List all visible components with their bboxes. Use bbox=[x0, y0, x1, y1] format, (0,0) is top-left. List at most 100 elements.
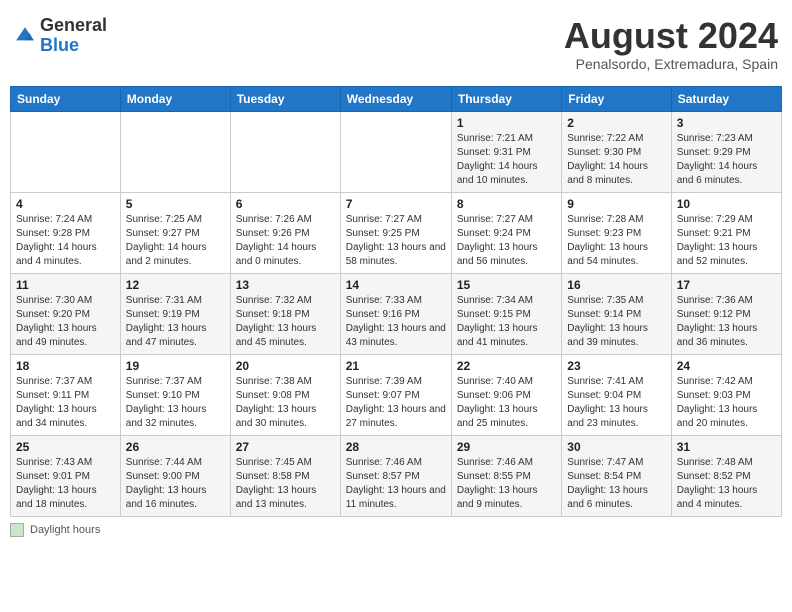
calendar-day bbox=[120, 111, 230, 192]
day-info: Sunrise: 7:35 AM Sunset: 9:14 PM Dayligh… bbox=[567, 294, 665, 350]
calendar-day: 29 Sunrise: 7:46 AM Sunset: 8:55 PM Dayli… bbox=[451, 435, 561, 516]
calendar-day bbox=[230, 111, 340, 192]
day-number: 7 bbox=[346, 197, 446, 211]
day-info: Sunrise: 7:34 AM Sunset: 9:15 PM Dayligh… bbox=[457, 294, 556, 350]
day-number: 12 bbox=[126, 278, 225, 292]
daylight-box bbox=[10, 523, 24, 537]
month-title: August 2024 bbox=[564, 16, 778, 56]
calendar-header-wednesday: Wednesday bbox=[340, 86, 451, 111]
title-block: August 2024 Penalsordo, Extremadura, Spa… bbox=[564, 16, 778, 72]
calendar-day: 28 Sunrise: 7:46 AM Sunset: 8:57 PM Dayli… bbox=[340, 435, 451, 516]
calendar-day: 23 Sunrise: 7:41 AM Sunset: 9:04 PM Dayli… bbox=[562, 354, 671, 435]
logo-blue-text: Blue bbox=[40, 35, 79, 55]
day-number: 30 bbox=[567, 440, 665, 454]
day-info: Sunrise: 7:47 AM Sunset: 8:54 PM Dayligh… bbox=[567, 456, 665, 512]
calendar-day: 27Sunrise: 7:45 AM Sunset: 8:58 PM Dayli… bbox=[230, 435, 340, 516]
calendar-day: 9Sunrise: 7:28 AM Sunset: 9:23 PM Daylig… bbox=[562, 192, 671, 273]
day-info: Sunrise: 7:25 AM Sunset: 9:27 PM Dayligh… bbox=[126, 213, 225, 269]
logo: General Blue bbox=[14, 16, 107, 56]
day-number: 17 bbox=[677, 278, 776, 292]
day-number: 28 bbox=[346, 440, 446, 454]
day-number: 6 bbox=[236, 197, 335, 211]
calendar-day bbox=[340, 111, 451, 192]
day-info: Sunrise: 7:21 AM Sunset: 9:31 PM Dayligh… bbox=[457, 132, 556, 188]
calendar-day: 8 Sunrise: 7:27 AM Sunset: 9:24 PM Daylig… bbox=[451, 192, 561, 273]
location: Penalsordo, Extremadura, Spain bbox=[564, 56, 778, 72]
calendar-header-thursday: Thursday bbox=[451, 86, 561, 111]
day-number: 29 bbox=[457, 440, 556, 454]
calendar-day: 12 Sunrise: 7:31 AM Sunset: 9:19 PM Dayli… bbox=[120, 273, 230, 354]
day-number: 14 bbox=[346, 278, 446, 292]
day-number: 26 bbox=[126, 440, 225, 454]
day-info: Sunrise: 7:36 AM Sunset: 9:12 PM Dayligh… bbox=[677, 294, 776, 350]
day-info: Sunrise: 7:30 AM Sunset: 9:20 PM Dayligh… bbox=[16, 294, 115, 350]
calendar-day: 24 Sunrise: 7:42 AM Sunset: 9:03 PM Dayli… bbox=[671, 354, 781, 435]
page-header: General Blue August 2024 Penalsordo, Ext… bbox=[10, 10, 782, 78]
day-info: Sunrise: 7:32 AM Sunset: 9:18 PM Dayligh… bbox=[236, 294, 335, 350]
calendar-day: 10Sunrise: 7:29 AM Sunset: 9:21 PM Dayli… bbox=[671, 192, 781, 273]
calendar-week-1: 1 Sunrise: 7:21 AM Sunset: 9:31 PM Daylig… bbox=[11, 111, 782, 192]
day-number: 4 bbox=[16, 197, 115, 211]
calendar-day: 5 Sunrise: 7:25 AM Sunset: 9:27 PM Daylig… bbox=[120, 192, 230, 273]
calendar-day: 11 Sunrise: 7:30 AM Sunset: 9:20 PM Dayli… bbox=[11, 273, 121, 354]
calendar-day: 13 Sunrise: 7:32 AM Sunset: 9:18 PM Dayli… bbox=[230, 273, 340, 354]
footer-label: Daylight hours bbox=[30, 524, 100, 536]
day-info: Sunrise: 7:43 AM Sunset: 9:01 PM Dayligh… bbox=[16, 456, 115, 512]
calendar-day: 22Sunrise: 7:40 AM Sunset: 9:06 PM Dayli… bbox=[451, 354, 561, 435]
day-number: 13 bbox=[236, 278, 335, 292]
day-number: 1 bbox=[457, 116, 556, 130]
day-number: 23 bbox=[567, 359, 665, 373]
day-number: 9 bbox=[567, 197, 665, 211]
calendar-day: 26 Sunrise: 7:44 AM Sunset: 9:00 PM Dayli… bbox=[120, 435, 230, 516]
day-info: Sunrise: 7:38 AM Sunset: 9:08 PM Dayligh… bbox=[236, 375, 335, 431]
calendar-header-row: SundayMondayTuesdayWednesdayThursdayFrid… bbox=[11, 86, 782, 111]
calendar-header-sunday: Sunday bbox=[11, 86, 121, 111]
calendar-day bbox=[11, 111, 121, 192]
day-number: 21 bbox=[346, 359, 446, 373]
day-info: Sunrise: 7:39 AM Sunset: 9:07 PM Dayligh… bbox=[346, 375, 446, 431]
day-number: 11 bbox=[16, 278, 115, 292]
calendar-header-tuesday: Tuesday bbox=[230, 86, 340, 111]
day-number: 15 bbox=[457, 278, 556, 292]
logo-general-text: General bbox=[40, 15, 107, 35]
day-info: Sunrise: 7:46 AM Sunset: 8:55 PM Dayligh… bbox=[457, 456, 556, 512]
day-number: 8 bbox=[457, 197, 556, 211]
calendar-week-4: 18Sunrise: 7:37 AM Sunset: 9:11 PM Dayli… bbox=[11, 354, 782, 435]
calendar-header-friday: Friday bbox=[562, 86, 671, 111]
calendar-day: 1 Sunrise: 7:21 AM Sunset: 9:31 PM Daylig… bbox=[451, 111, 561, 192]
calendar-day: 31Sunrise: 7:48 AM Sunset: 8:52 PM Dayli… bbox=[671, 435, 781, 516]
day-info: Sunrise: 7:44 AM Sunset: 9:00 PM Dayligh… bbox=[126, 456, 225, 512]
day-info: Sunrise: 7:27 AM Sunset: 9:24 PM Dayligh… bbox=[457, 213, 556, 269]
calendar-week-2: 4Sunrise: 7:24 AM Sunset: 9:28 PM Daylig… bbox=[11, 192, 782, 273]
calendar-day: 25 Sunrise: 7:43 AM Sunset: 9:01 PM Dayli… bbox=[11, 435, 121, 516]
calendar-day: 18Sunrise: 7:37 AM Sunset: 9:11 PM Dayli… bbox=[11, 354, 121, 435]
day-info: Sunrise: 7:27 AM Sunset: 9:25 PM Dayligh… bbox=[346, 213, 446, 269]
day-number: 19 bbox=[126, 359, 225, 373]
day-info: Sunrise: 7:22 AM Sunset: 9:30 PM Dayligh… bbox=[567, 132, 665, 188]
calendar-day: 16 Sunrise: 7:35 AM Sunset: 9:14 PM Dayli… bbox=[562, 273, 671, 354]
day-number: 18 bbox=[16, 359, 115, 373]
calendar-header-saturday: Saturday bbox=[671, 86, 781, 111]
day-number: 31 bbox=[677, 440, 776, 454]
calendar-day: 17 Sunrise: 7:36 AM Sunset: 9:12 PM Dayli… bbox=[671, 273, 781, 354]
day-info: Sunrise: 7:41 AM Sunset: 9:04 PM Dayligh… bbox=[567, 375, 665, 431]
calendar-day: 6Sunrise: 7:26 AM Sunset: 9:26 PM Daylig… bbox=[230, 192, 340, 273]
logo-icon bbox=[14, 25, 36, 47]
day-number: 3 bbox=[677, 116, 776, 130]
day-info: Sunrise: 7:31 AM Sunset: 9:19 PM Dayligh… bbox=[126, 294, 225, 350]
calendar-day: 19Sunrise: 7:37 AM Sunset: 9:10 PM Dayli… bbox=[120, 354, 230, 435]
day-info: Sunrise: 7:29 AM Sunset: 9:21 PM Dayligh… bbox=[677, 213, 776, 269]
calendar-day: 15 Sunrise: 7:34 AM Sunset: 9:15 PM Dayli… bbox=[451, 273, 561, 354]
calendar-day: 14Sunrise: 7:33 AM Sunset: 9:16 PM Dayli… bbox=[340, 273, 451, 354]
day-number: 5 bbox=[126, 197, 225, 211]
footer-note: Daylight hours bbox=[10, 523, 782, 537]
day-number: 16 bbox=[567, 278, 665, 292]
calendar-day: 7 Sunrise: 7:27 AM Sunset: 9:25 PM Daylig… bbox=[340, 192, 451, 273]
calendar-day: 30 Sunrise: 7:47 AM Sunset: 8:54 PM Dayli… bbox=[562, 435, 671, 516]
day-info: Sunrise: 7:46 AM Sunset: 8:57 PM Dayligh… bbox=[346, 456, 446, 512]
day-number: 27 bbox=[236, 440, 335, 454]
day-number: 25 bbox=[16, 440, 115, 454]
day-info: Sunrise: 7:42 AM Sunset: 9:03 PM Dayligh… bbox=[677, 375, 776, 431]
day-number: 24 bbox=[677, 359, 776, 373]
calendar-table: SundayMondayTuesdayWednesdayThursdayFrid… bbox=[10, 86, 782, 517]
